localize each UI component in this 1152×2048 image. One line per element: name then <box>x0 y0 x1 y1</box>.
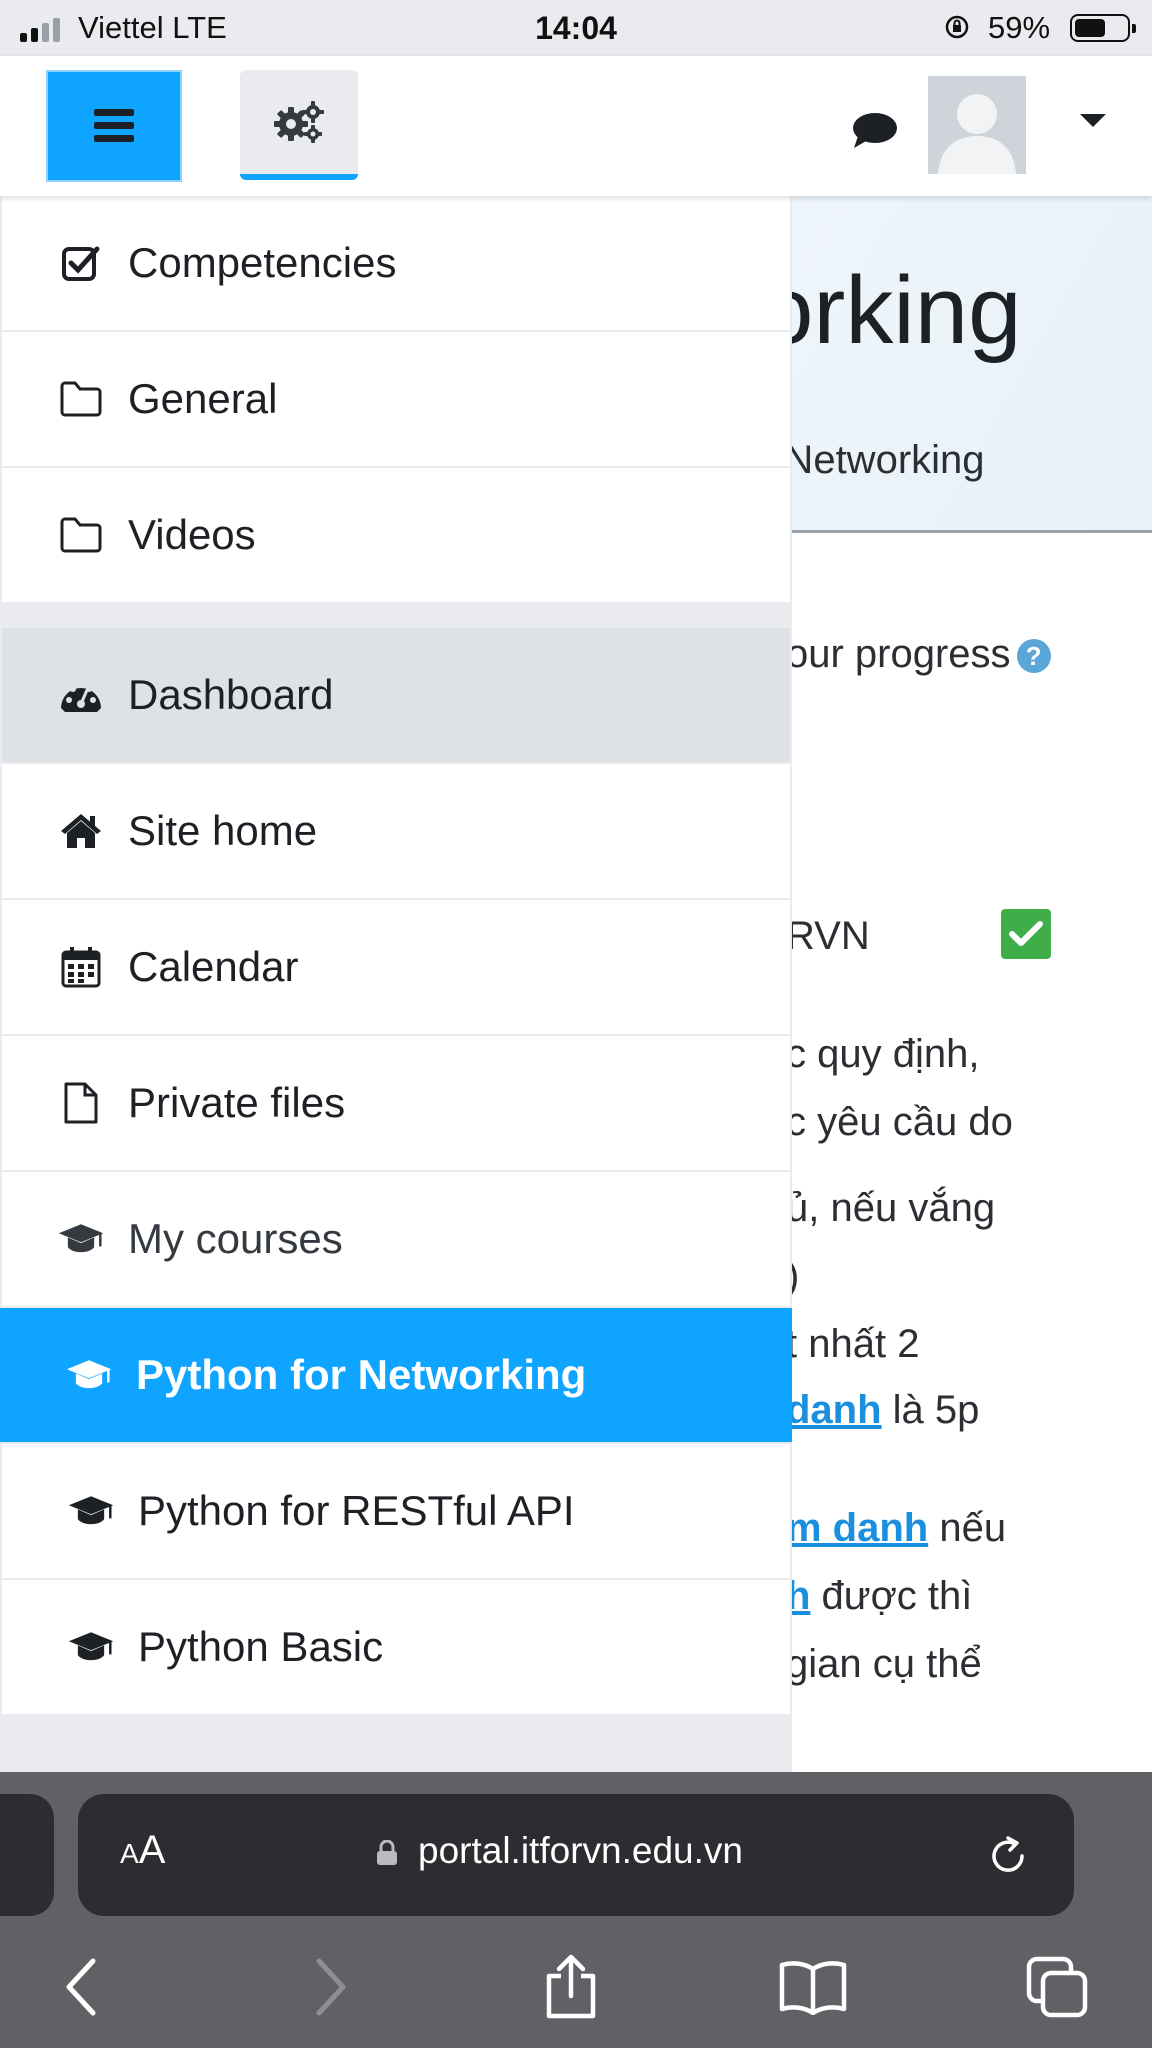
attendance-link[interactable]: m danh <box>786 1506 928 1550</box>
drawer-item-videos[interactable]: Videos <box>2 468 790 602</box>
file-icon <box>58 1080 104 1126</box>
content-line: h được thì <box>786 1574 973 1618</box>
drawer-item-competencies[interactable]: Competencies <box>2 196 790 330</box>
dashboard-gauge-icon <box>58 672 104 718</box>
folder-icon <box>58 376 104 422</box>
url-text[interactable]: portal.itforvn.edu.vn <box>418 1830 743 1872</box>
drawer-item-label: Site home <box>128 807 318 854</box>
browser-bottom-bar: AA portal.itforvn.edu.vn <box>0 1772 1152 2048</box>
lock-icon <box>377 1840 397 1865</box>
drawer-item-label: Competencies <box>128 239 397 286</box>
drawer-item-dashboard[interactable]: Dashboard <box>2 628 790 762</box>
drawer-item-label: Dashboard <box>128 671 334 718</box>
hamburger-icon <box>94 109 134 142</box>
drawer-item-label: My courses <box>128 1215 343 1262</box>
address-bar[interactable]: AA portal.itforvn.edu.vn <box>78 1794 1074 1916</box>
drawer-item-label: Python for RESTful API <box>138 1487 575 1534</box>
course-title-fragment: orking <box>760 257 1022 364</box>
graduation-cap-icon <box>58 1216 104 1262</box>
content-line: m danh nếu <box>786 1506 1007 1550</box>
home-icon <box>58 808 104 854</box>
drawer-item-label: Python for Networking <box>136 1351 587 1398</box>
caret-down-icon[interactable] <box>1080 114 1106 127</box>
content-line: c quy định, <box>786 1032 980 1076</box>
drawer-item-python-for-networking[interactable]: Python for Networking <box>0 1308 792 1442</box>
activity-name-fragment[interactable]: RVN <box>786 914 870 959</box>
calendar-icon <box>58 944 104 990</box>
drawer-item-calendar[interactable]: Calendar <box>2 900 790 1034</box>
share-icon[interactable] <box>536 1952 606 2022</box>
default-user-icon <box>928 76 1026 174</box>
status-bar: Viettel LTE 14:04 59% <box>0 0 1152 56</box>
graduation-cap-icon <box>68 1624 114 1670</box>
drawer-item-python-for-restful-api[interactable]: Python for RESTful API <box>2 1444 790 1578</box>
reload-icon[interactable] <box>984 1832 1032 1880</box>
drawer-item-label: General <box>128 375 278 422</box>
content-line: danh là 5p <box>786 1388 980 1432</box>
drawer-toggle-button[interactable] <box>46 70 182 182</box>
course-settings-button[interactable] <box>240 70 358 180</box>
drawer-item-label: Videos <box>128 511 256 558</box>
top-navbar <box>0 56 1152 196</box>
folder-icon <box>58 512 104 558</box>
drawer-item-private-files[interactable]: Private files <box>2 1036 790 1170</box>
text-size-button[interactable]: AA <box>120 1828 165 1873</box>
help-icon[interactable]: ? <box>1016 639 1051 674</box>
content-line: t nhất 2 <box>786 1322 920 1366</box>
check-icon <box>1009 921 1043 946</box>
previous-tab-peek[interactable] <box>0 1794 54 1916</box>
nav-drawer: Competencies General Videos Dashboard Si… <box>0 196 792 1772</box>
drawer-item-label: Private files <box>128 1079 346 1126</box>
graduation-cap-icon <box>66 1352 112 1398</box>
drawer-item-my-courses[interactable]: My courses <box>2 1172 790 1306</box>
content-line: c yêu cầu do <box>786 1100 1013 1144</box>
progress-label: our progress? <box>786 632 1051 677</box>
back-icon[interactable] <box>46 1952 116 2022</box>
content-line: ủ, nếu vắng <box>786 1186 996 1230</box>
battery-icon <box>1070 14 1136 42</box>
drawer-item-label: Python Basic <box>138 1623 384 1670</box>
breadcrumb-fragment: r Networking <box>760 438 985 482</box>
drawer-item-general[interactable]: General <box>2 332 790 466</box>
attendance-link[interactable]: danh <box>786 1388 882 1432</box>
content-line: gian cụ thể <box>786 1642 982 1686</box>
chat-bubble-icon[interactable] <box>850 110 898 150</box>
orientation-lock-icon <box>945 15 969 39</box>
drawer-item-site-home[interactable]: Site home <box>2 764 790 898</box>
gears-icon <box>274 101 324 143</box>
graduation-cap-icon <box>68 1488 114 1534</box>
status-time: 14:04 <box>535 10 617 46</box>
forward-icon[interactable] <box>296 1952 366 2022</box>
tabs-icon[interactable] <box>1022 1952 1092 2022</box>
completion-checkbox[interactable] <box>1001 909 1051 959</box>
battery-percent: 59% <box>988 10 1051 45</box>
user-avatar[interactable] <box>928 76 1026 174</box>
checkbox-icon <box>58 240 104 286</box>
bookmarks-icon[interactable] <box>778 1952 848 2022</box>
drawer-item-label: Calendar <box>128 943 299 990</box>
drawer-item-python-basic[interactable]: Python Basic <box>2 1580 790 1714</box>
